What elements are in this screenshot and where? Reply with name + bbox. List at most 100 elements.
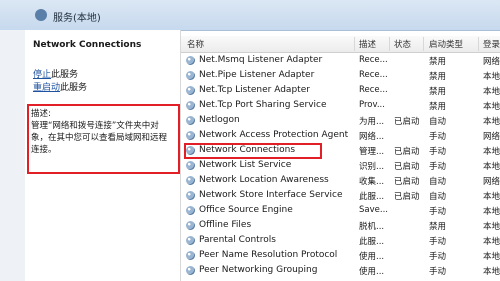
service-row[interactable]: Net.Tcp Listener Adapter Rece... 禁用 本地: [181, 83, 500, 98]
description-line-3: 连接。: [31, 145, 57, 155]
stop-service-action[interactable]: 停止此服务: [33, 67, 78, 80]
service-row-selected[interactable]: Network Connections 管理... 已启动 手动 本地: [181, 143, 500, 158]
service-status: 已启动: [394, 147, 420, 157]
service-description-cell: 此服...: [359, 237, 385, 247]
column-header-startup-type[interactable]: 启动类型: [429, 38, 463, 50]
service-startup-type: 禁用: [429, 72, 447, 82]
service-startup-type: 自动: [429, 177, 447, 187]
service-startup-type: 禁用: [429, 57, 447, 67]
service-startup-type: 手动: [429, 162, 447, 172]
column-divider[interactable]: [389, 37, 390, 51]
service-row[interactable]: Net.Tcp Port Sharing Service Prov... 禁用 …: [181, 98, 500, 113]
restart-service-action[interactable]: 重启动此服务: [33, 80, 87, 93]
service-description-cell: Save...: [359, 205, 388, 215]
service-gear-icon: [186, 86, 195, 95]
service-row[interactable]: Network Access Protection Agent 网络... 手动…: [181, 128, 500, 143]
service-logon: 本地: [483, 102, 500, 112]
service-status: 已启动: [394, 177, 420, 187]
service-logon: 本地: [483, 192, 500, 202]
service-name: Net.Pipe Listener Adapter: [199, 70, 315, 80]
service-gear-icon: [186, 161, 195, 170]
service-logon: 本地: [483, 162, 500, 172]
column-header-name[interactable]: 名称: [187, 38, 204, 50]
services-gear-icon: [35, 9, 47, 21]
service-startup-type: 手动: [429, 237, 447, 247]
service-row[interactable]: Network List Service 识别... 已启动 手动 本地: [181, 158, 500, 173]
service-name: Offline Files: [199, 220, 252, 230]
service-description-cell: 收集...: [359, 177, 385, 187]
service-gear-icon: [186, 206, 195, 215]
selected-service-title: Network Connections: [33, 40, 142, 50]
service-description-cell: Rece...: [359, 55, 388, 65]
service-name: Netlogon: [199, 115, 240, 125]
column-divider[interactable]: [478, 37, 479, 51]
service-name: Peer Name Resolution Protocol: [199, 250, 338, 260]
service-description-cell: 使用...: [359, 267, 385, 277]
service-name: Network Store Interface Service: [199, 190, 343, 200]
service-row[interactable]: Net.Pipe Listener Adapter Rece... 禁用 本地: [181, 68, 500, 83]
services-list: 名称 描述 状态 启动类型 登录 Net.Msmq Listener Adapt…: [181, 30, 500, 281]
column-divider[interactable]: [354, 37, 355, 51]
navigation-edge: [0, 30, 26, 281]
service-description-cell: 为用...: [359, 117, 385, 127]
console-title-bar: 服务(本地): [0, 0, 500, 31]
service-row[interactable]: Network Store Interface Service 此服... 已启…: [181, 188, 500, 203]
service-gear-icon: [186, 56, 195, 65]
service-gear-icon: [186, 71, 195, 80]
service-gear-icon: [186, 146, 195, 155]
column-header-description[interactable]: 描述: [359, 38, 376, 50]
service-description-cell: 网络...: [359, 132, 385, 142]
service-description-cell: Rece...: [359, 85, 388, 95]
service-row[interactable]: Netlogon 为用... 已启动 自动 本地: [181, 113, 500, 128]
service-name: Network Connections: [199, 145, 296, 155]
service-logon: 本地: [483, 267, 500, 277]
service-startup-type: 手动: [429, 147, 447, 157]
service-logon: 本地: [483, 222, 500, 232]
service-startup-type: 禁用: [429, 222, 447, 232]
service-name: Parental Controls: [199, 235, 276, 245]
service-row[interactable]: Parental Controls 此服... 手动 本地: [181, 233, 500, 248]
service-gear-icon: [186, 266, 195, 275]
column-divider[interactable]: [423, 37, 424, 51]
description-label: 描述:: [31, 109, 51, 119]
service-logon: 本地: [483, 207, 500, 217]
service-logon: 本地: [483, 252, 500, 262]
service-gear-icon: [186, 131, 195, 140]
service-status: 已启动: [394, 162, 420, 172]
service-logon: 本地: [483, 147, 500, 157]
service-detail-pane: Network Connections 停止此服务 重启动此服务 描述: 管理“…: [25, 30, 181, 281]
service-gear-icon: [186, 176, 195, 185]
service-gear-icon: [186, 251, 195, 260]
service-description-cell: 使用...: [359, 252, 385, 262]
service-row[interactable]: Office Source Engine Save... 手动 本地: [181, 203, 500, 218]
services-list-header: 名称 描述 状态 启动类型 登录: [181, 36, 500, 53]
column-header-logon[interactable]: 登录: [483, 38, 500, 50]
service-startup-type: 手动: [429, 132, 447, 142]
service-row[interactable]: Net.Msmq Listener Adapter Rece... 禁用 网络: [181, 53, 500, 68]
column-header-status[interactable]: 状态: [394, 38, 411, 50]
service-row[interactable]: Peer Name Resolution Protocol 使用... 手动 本…: [181, 248, 500, 263]
service-description-cell: 脱机...: [359, 222, 385, 232]
service-row[interactable]: Network Location Awareness 收集... 已启动 自动 …: [181, 173, 500, 188]
service-name: Net.Tcp Port Sharing Service: [199, 100, 327, 110]
service-description: 描述: 管理“网络和拨号连接”文件夹中对 象，在其中您可以查看局域网和远程 连接…: [31, 108, 173, 156]
service-startup-type: 自动: [429, 192, 447, 202]
service-row[interactable]: Peer Networking Grouping 使用... 手动 本地: [181, 263, 500, 278]
restart-link-suffix: 此服务: [60, 83, 88, 93]
service-gear-icon: [186, 116, 195, 125]
service-startup-type: 禁用: [429, 102, 447, 112]
service-startup-type: 手动: [429, 207, 447, 217]
description-line-1: 管理“网络和拨号连接”文件夹中对: [31, 121, 159, 131]
service-logon: 本地: [483, 87, 500, 97]
service-name: Network Location Awareness: [199, 175, 329, 185]
restart-link[interactable]: 重启动: [33, 83, 60, 93]
stop-link-suffix: 此服务: [51, 70, 79, 80]
service-row[interactable]: Offline Files 脱机... 禁用 本地: [181, 218, 500, 233]
stop-link[interactable]: 停止: [33, 70, 51, 80]
service-status: 已启动: [394, 117, 420, 127]
service-logon: 本地: [483, 72, 500, 82]
service-status: 已启动: [394, 192, 420, 202]
service-startup-type: 手动: [429, 252, 447, 262]
service-name: Network Access Protection Agent: [199, 130, 349, 140]
service-description-cell: 此服...: [359, 192, 385, 202]
